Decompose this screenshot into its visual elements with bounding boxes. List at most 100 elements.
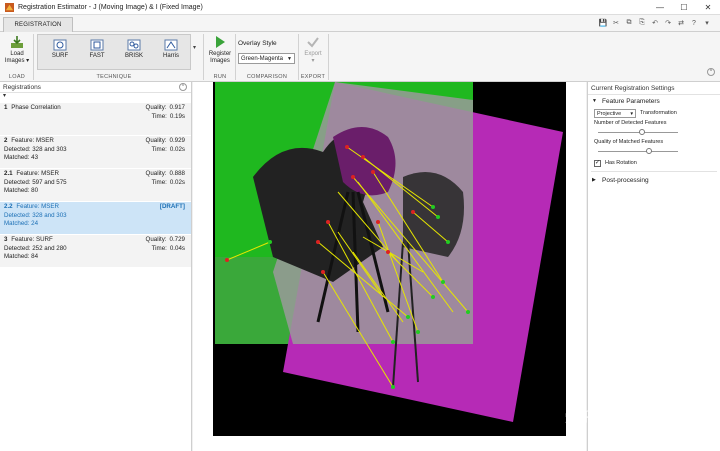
settings-panel: Current Registration Settings ▼ Feature … — [587, 82, 720, 451]
swap-icon[interactable]: ⇄ — [676, 18, 686, 28]
item-matched: Matched: 84 — [4, 253, 39, 260]
time-value: 0.02s — [169, 178, 185, 186]
cut-icon[interactable]: ✂ — [611, 18, 621, 28]
paste-icon[interactable]: ⎘ — [637, 18, 647, 28]
quality-label: Quality: — [145, 236, 167, 243]
load-images-button[interactable]: Load Images ▾ — [4, 35, 30, 65]
item-matched: Matched: 80 — [4, 187, 39, 194]
technique-harris[interactable]: Harris — [158, 39, 184, 60]
transformation-select[interactable]: Projective ▼ — [594, 108, 636, 118]
transformation-label: Transformation — [640, 110, 677, 116]
technique-fast[interactable]: FAST — [84, 39, 110, 60]
quality-label: Quality: — [145, 104, 167, 111]
quality-value: 0.917 — [169, 104, 185, 111]
harris-label: Harris — [163, 53, 179, 59]
registration-item[interactable]: 1 Phase Correlation Quality: 0.917 Time: 0… — [0, 103, 191, 135]
quick-access-toolbar: 💾 ✂ ⧉ ⎘ ↶ ↷ ⇄ ? ▾ — [598, 18, 712, 28]
technique-surf[interactable]: SURF — [47, 39, 73, 60]
feature-parameters-section[interactable]: ▼ Feature Parameters — [588, 95, 720, 107]
section-comparison: COMPARISON — [246, 74, 288, 80]
overlay-style-select[interactable]: Green-Magenta ▼ — [238, 53, 295, 64]
caret-right-icon: ▶ — [592, 177, 596, 183]
section-export: EXPORT — [300, 74, 326, 80]
technique-gallery: SURF FAST BRISK Harris — [37, 34, 191, 70]
section-technique: TECHNIQUE — [96, 74, 132, 80]
item-number: 3 — [4, 236, 8, 243]
quality-label: Quality: — [145, 170, 167, 177]
more-icon[interactable]: ▾ — [702, 18, 712, 28]
help-icon[interactable]: ? — [689, 18, 699, 28]
overlay-image[interactable] — [213, 82, 566, 436]
collapse-icon[interactable]: ⌃ — [179, 83, 187, 91]
overlay-style-label: Overlay Style — [238, 40, 277, 47]
maximize-button[interactable]: ☐ — [672, 0, 696, 15]
time-value: 0.02s — [169, 145, 185, 153]
chevron-down-icon: ▼ — [287, 56, 292, 62]
copy-icon[interactable]: ⧉ — [624, 18, 634, 28]
gallery-more-icon[interactable]: ▾ — [193, 44, 196, 51]
post-processing-section[interactable]: ▶ Post-processing — [588, 174, 720, 186]
app-icon — [5, 2, 14, 12]
item-name: Feature: SURF — [11, 236, 53, 243]
registrations-header: Registrations ⌃ — [0, 82, 191, 93]
tab-strip: REGISTRATION 💾 ✂ ⧉ ⎘ ↶ ↷ ⇄ ? ▾ — [0, 15, 720, 32]
time-label: Time: — [151, 178, 167, 186]
slider-thumb[interactable] — [638, 129, 645, 135]
caret-down-icon: ▼ — [592, 98, 597, 104]
export-label: Export — [304, 51, 322, 57]
matched-features-slider[interactable] — [598, 147, 678, 157]
has-rotation-checkbox[interactable]: ✓ — [594, 159, 601, 167]
registrations-title: Registrations — [3, 83, 41, 91]
time-label: Time: — [151, 244, 167, 252]
detected-features-slider[interactable] — [598, 128, 678, 138]
item-name: Feature: MSER — [11, 137, 54, 144]
load-label-1: Load — [10, 51, 24, 57]
item-number: 2.2 — [4, 203, 13, 210]
quality-value: 0.888 — [169, 170, 185, 177]
has-rotation-row: ✓ Has Rotation — [588, 157, 720, 169]
toolstrip: Load Images ▾ LOAD SURF FAST BRISK Harri… — [0, 32, 720, 82]
has-rotation-label: Has Rotation — [605, 160, 637, 166]
minimize-button[interactable]: — — [648, 0, 672, 15]
item-name: Feature: MSER — [16, 170, 59, 177]
detected-features-label: Number of Detected Features — [594, 120, 667, 126]
transformation-value: Projective — [597, 110, 622, 117]
divider — [203, 34, 204, 80]
redo-icon[interactable]: ↷ — [663, 18, 673, 28]
image-canvas — [193, 82, 586, 451]
export-button[interactable]: Export ▾ — [300, 35, 326, 65]
registrations-list: 1 Phase Correlation Quality: 0.917 Time: 0… — [0, 103, 191, 268]
technique-brisk[interactable]: BRISK — [121, 39, 147, 60]
slider-track — [598, 151, 678, 152]
save-icon[interactable]: 💾 — [598, 18, 608, 28]
item-matched: Matched: 43 — [4, 154, 39, 161]
post-processing-label: Post-processing — [602, 176, 649, 184]
registration-item[interactable]: 2.1 Feature: MSER Detected: 597 and 575 … — [0, 169, 191, 201]
registration-item[interactable]: 2 Feature: MSER Detected: 328 and 303 Ma… — [0, 136, 191, 168]
close-button[interactable]: ✕ — [696, 0, 720, 15]
transformation-row: Projective ▼ Transformation — [588, 107, 720, 119]
undo-icon[interactable]: ↶ — [650, 18, 660, 28]
quality-value: 0.929 — [169, 137, 185, 144]
registration-item[interactable]: 3 Feature: SURF Detected: 252 and 280 Ma… — [0, 235, 191, 267]
divider — [328, 34, 329, 80]
title-bar: Registration Estimator - J (Moving Image… — [0, 0, 720, 15]
register-images-button[interactable]: Register Images — [206, 35, 234, 65]
sort-icon[interactable]: ▾ — [0, 93, 191, 101]
item-detected: Detected: 328 and 303 — [4, 211, 67, 219]
registration-item-selected[interactable]: 2.2 Feature: MSER Detected: 328 and 303 … — [0, 202, 191, 234]
fast-label: FAST — [89, 53, 105, 59]
item-name: Feature: MSER — [16, 203, 59, 210]
draft-badge: [DRAFT] — [159, 203, 185, 210]
overlay-style-value: Green-Magenta — [241, 56, 284, 62]
watermark: 知乎 @吃小羊 — [565, 410, 654, 426]
run-icon — [216, 36, 225, 48]
slider-thumb[interactable] — [646, 148, 653, 154]
divider — [235, 34, 236, 80]
window-title: Registration Estimator - J (Moving Image… — [18, 3, 203, 11]
time-value: 0.04s — [169, 244, 185, 252]
tab-registration[interactable]: REGISTRATION — [3, 17, 73, 32]
collapse-toolstrip-icon[interactable]: ⌃ — [707, 68, 715, 76]
slider-track — [598, 132, 678, 133]
registrations-panel: Registrations ⌃ ▾ 1 Phase Correlation Qu… — [0, 82, 192, 451]
